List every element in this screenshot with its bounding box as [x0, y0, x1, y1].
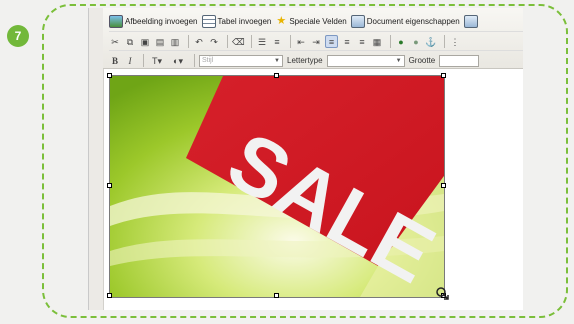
toolbar-separator: [194, 54, 195, 67]
chevron-down-icon: ▼: [395, 57, 402, 64]
chevron-down-icon: ▼: [274, 57, 280, 64]
toolbar-separator: [143, 54, 144, 67]
font-select[interactable]: ▼: [326, 54, 405, 67]
toolbar-row-edit: ✂ ⧉ ▣ ▤ ▥ ↶ ↷ ⌫ ☰ ≡ ⇤ ⇥ ≡ ≡ ≡ ▦ ● ● ⚓ ⋮: [109, 31, 523, 51]
toolbar-separator: [188, 35, 189, 48]
toolbar-separator: [444, 35, 445, 48]
style-select[interactable]: Stijl ▼: [199, 54, 283, 67]
toolbar-separator: [227, 35, 228, 48]
text-color-icon[interactable]: T▾: [148, 55, 166, 67]
resize-handle-top-right[interactable]: [441, 73, 446, 78]
outdent-icon[interactable]: ⇤: [295, 36, 307, 48]
sale-image[interactable]: SALE: [109, 75, 445, 298]
html-editor: Afbeelding invoegen Tabel invoegen ★ Spe…: [88, 8, 523, 310]
paste-word-icon[interactable]: ▥: [169, 36, 181, 48]
align-left-icon[interactable]: ≡: [325, 35, 338, 48]
copy-icon[interactable]: ⧉: [124, 36, 136, 48]
paste-text-icon[interactable]: ▤: [154, 36, 166, 48]
cut-icon[interactable]: ✂: [109, 36, 121, 48]
background-color-icon[interactable]: ◐▾: [169, 55, 187, 67]
table-icon: [201, 15, 216, 28]
link-icon[interactable]: ●: [395, 36, 407, 48]
align-right-icon[interactable]: ≡: [356, 36, 368, 48]
unlink-icon[interactable]: ●: [410, 36, 422, 48]
font-label: Lettertype: [287, 56, 323, 65]
resize-cursor-icon: [436, 287, 449, 300]
anchor-icon[interactable]: ⚓: [425, 36, 437, 48]
document-properties-button[interactable]: Document eigenschappen: [350, 15, 460, 28]
size-select[interactable]: [439, 54, 480, 67]
italic-icon[interactable]: I: [124, 55, 136, 67]
redo-icon[interactable]: ↷: [208, 36, 220, 48]
indent-icon[interactable]: ⇥: [310, 36, 322, 48]
resize-handle-right[interactable]: [441, 183, 446, 188]
toolbar-separator: [290, 35, 291, 48]
resize-handle-bottom[interactable]: [274, 293, 279, 298]
align-justify-icon[interactable]: ▦: [371, 36, 383, 48]
toolbar-separator: [390, 35, 391, 48]
image-icon: [109, 15, 123, 28]
special-fields-button[interactable]: ★ Speciale Velden: [275, 16, 346, 27]
style-select-label: Stijl: [202, 57, 214, 64]
insert-table-label: Tabel invoegen: [217, 17, 272, 26]
eraser-icon[interactable]: ⌫: [232, 36, 245, 48]
editor-toolbar: Afbeelding invoegen Tabel invoegen ★ Spe…: [103, 8, 523, 69]
document-properties-label: Document eigenschappen: [366, 17, 460, 26]
star-icon: ★: [276, 15, 287, 27]
align-center-icon[interactable]: ≡: [341, 36, 353, 48]
bold-icon[interactable]: B: [109, 55, 121, 67]
toolbar-separator: [251, 35, 252, 48]
resize-handle-top[interactable]: [274, 73, 279, 78]
paste-icon[interactable]: ▣: [139, 36, 151, 48]
undo-icon[interactable]: ↶: [193, 36, 205, 48]
document-icon: [350, 15, 365, 28]
step-badge: 7: [7, 25, 29, 47]
insert-image-label: Afbeelding invoegen: [125, 17, 198, 26]
insert-table-button[interactable]: Tabel invoegen: [201, 15, 272, 28]
size-label: Grootte: [408, 56, 436, 65]
resize-handle-top-left[interactable]: [107, 73, 112, 78]
toolbar-row-format: B I T▾ ◐▾ Stijl ▼ Lettertype ▼ Grootte: [109, 50, 523, 70]
resize-handle-left[interactable]: [107, 183, 112, 188]
resize-handle-bottom-left[interactable]: [107, 293, 112, 298]
sale-image-graphic: SALE: [110, 76, 444, 297]
extra-document-icon[interactable]: [463, 15, 478, 28]
editor-gutter: [89, 8, 104, 310]
more-icon[interactable]: ⋮: [449, 36, 461, 48]
bullet-list-icon[interactable]: ≡: [271, 36, 283, 48]
insert-image-button[interactable]: Afbeelding invoegen: [109, 15, 198, 28]
numbered-list-icon[interactable]: ☰: [256, 36, 268, 48]
toolbar-row-insert: Afbeelding invoegen Tabel invoegen ★ Spe…: [109, 12, 523, 31]
special-fields-label: Speciale Velden: [289, 17, 347, 26]
